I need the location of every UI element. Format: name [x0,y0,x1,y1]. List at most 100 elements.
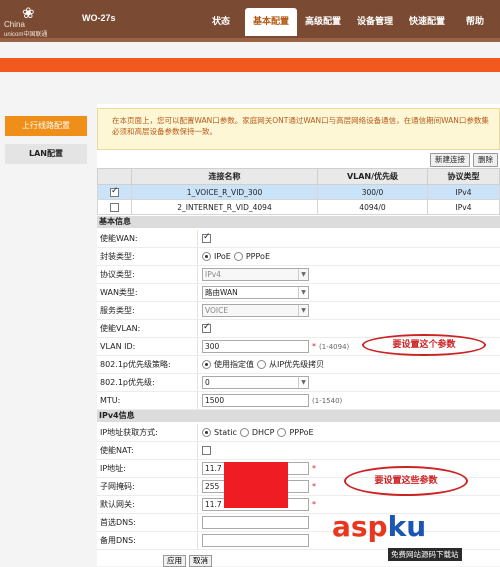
table-row[interactable]: 2_INTERNET_R_VID_4094 4094/0 IPv4 [97,199,500,215]
required-marker: * [312,500,316,509]
enable-vlan-label: 使能VLAN: [100,324,141,333]
ip-label: IP地址: [100,464,126,473]
ip-mode-dhcp-label: DHCP [251,428,275,437]
required-marker: * [312,342,316,351]
required-marker: * [312,464,316,473]
service-select[interactable]: VOICE ▼ [202,304,309,317]
form-row-prio-policy: 802.1p优先级策略: 使用指定值 从IP优先级拷贝 [97,356,500,374]
watermark-subtitle: 免费网站源码下载站 [388,548,462,561]
form-row-service: 服务类型: VOICE ▼ [97,302,500,320]
encap-pppoe-label: PPPoE [245,252,270,261]
chevron-down-icon: ▼ [298,287,308,298]
annotation-note-2: 要设置这些参数 [344,466,468,496]
vlan-id-hint: (1-4094) [319,342,350,351]
new-connection-button[interactable]: 新建连接 [430,153,470,167]
form-row-enable-wan: 使能WAN: [97,230,500,248]
nav-tab-quick-config[interactable]: 快速配置 [401,8,453,36]
watermark-logo: aspku [332,510,426,543]
wan-connection-table: 连接名称 VLAN/优先级 协议类型 1_VOICE_R_VID_300 300… [97,168,500,215]
cell-connection-name: 2_INTERNET_R_VID_4094 [131,199,318,215]
cell-connection-name: 1_VOICE_R_VID_300 [131,184,318,200]
prio-specified-radio[interactable] [202,360,211,369]
cell-vlan: 4094/0 [317,199,428,215]
site-watermark: aspku 免费网站源码下载站 [330,510,500,566]
cell-protocol: IPv4 [427,199,500,215]
nat-checkbox[interactable] [202,446,211,455]
row-checkbox[interactable] [110,186,119,197]
watermark-brand-a: asp [332,510,388,543]
wan-type-select[interactable]: 路由WAN ▼ [202,286,309,299]
wan-type-label: WAN类型: [100,288,138,297]
redaction-box [224,462,288,508]
col-header-select [97,168,132,185]
form-row-protocol: 协议类型: IPv4 ▼ [97,266,500,284]
form-row-prio: 802.1p优先级: 0 ▼ [97,374,500,392]
col-header-protocol: 协议类型 [427,168,500,185]
protocol-select[interactable]: IPv4 ▼ [202,268,309,281]
header-divider [0,38,500,42]
cell-vlan: 300/0 [317,184,428,200]
prio-copy-label: 从IP优先级拷贝 [269,360,325,369]
main-nav: 状态 基本配置 高级配置 设备管理 快速配置 帮助 [197,8,497,36]
dns2-input[interactable] [202,534,309,547]
table-row[interactable]: 1_VOICE_R_VID_300 300/0 IPv4 [97,184,500,200]
prio-value: 0 [205,378,210,387]
prio-policy-label: 802.1p优先级策略: [100,360,171,369]
logo-text-unicom: unicom中国联通 [4,32,48,38]
chevron-down-icon: ▼ [298,377,308,388]
prio-select[interactable]: 0 ▼ [202,376,309,389]
top-header: ❀ China unicom中国联通 WO-27s 状态 基本配置 高级配置 设… [0,0,500,38]
form-row-nat: 使能NAT: [97,442,500,460]
sidebar: 上行线路配置 LAN配置 [0,108,92,164]
nat-label: 使能NAT: [100,446,134,455]
prio-copy-radio[interactable] [257,360,266,369]
sidebar-item-uplink-config[interactable]: 上行线路配置 [5,116,87,136]
unicom-logo: ❀ China unicom中国联通 [4,3,74,38]
row-checkbox[interactable] [110,202,119,212]
required-marker: * [312,482,316,491]
nav-tab-device-management[interactable]: 设备管理 [349,8,401,36]
enable-wan-label: 使能WAN: [100,234,138,243]
sidebar-item-lan-config[interactable]: LAN配置 [5,144,87,164]
cancel-button[interactable]: 取消 [189,555,212,567]
form-row-wan-type: WAN类型: 路由WAN ▼ [97,284,500,302]
nav-tab-status[interactable]: 状态 [197,8,245,36]
mtu-input[interactable]: 1500 [202,394,309,407]
service-label: 服务类型: [100,306,135,315]
nav-tab-basic-config[interactable]: 基本配置 [245,8,297,36]
logo-text-china: China [4,20,25,29]
ip-mode-label: IP地址获取方式: [100,428,158,437]
delete-button[interactable]: 删除 [473,153,498,167]
section-basic-info: 基本信息 [97,216,500,228]
mtu-label: MTU: [100,396,121,405]
encap-pppoe-radio[interactable] [233,252,243,261]
protocol-value: IPv4 [205,270,221,279]
ip-mode-static-radio[interactable] [202,428,211,437]
enable-vlan-checkbox[interactable] [202,322,211,333]
mtu-hint: (1-1540) [312,396,343,405]
apply-button[interactable]: 应用 [163,555,186,567]
dns2-label: 备用DNS: [100,536,136,545]
vlan-id-input[interactable]: 300 [202,340,309,353]
ip-mode-pppoe-radio[interactable] [277,428,287,437]
encap-ipoe-radio[interactable] [202,252,211,261]
table-header-row: 连接名称 VLAN/优先级 协议类型 [97,168,500,185]
nav-tab-help[interactable]: 帮助 [453,8,497,36]
wan-type-value: 路由WAN [205,288,238,297]
section-ipv4-info: IPv4信息 [97,410,500,422]
prio-specified-label: 使用指定值 [214,360,254,369]
protocol-label: 协议类型: [100,270,135,279]
device-model: WO-27s [82,13,116,23]
annotation-note-1: 要设置这个参数 [362,334,486,356]
nav-tab-advanced-config[interactable]: 高级配置 [297,8,349,36]
encap-ipoe-label: IPoE [214,252,231,261]
dns1-input[interactable] [202,516,309,529]
ip-mode-pppoe-label: PPPoE [289,428,314,437]
form-row-mtu: MTU: 1500 (1-1540) [97,392,500,410]
enable-wan-checkbox[interactable] [202,232,211,243]
chevron-down-icon: ▼ [298,305,308,316]
ip-mode-dhcp-radio[interactable] [239,428,249,437]
prio-label: 802.1p优先级: [100,378,155,387]
vlan-id-label: VLAN ID: [100,342,136,351]
form-row-ip-mode: IP地址获取方式: Static DHCP PPPoE [97,424,500,442]
